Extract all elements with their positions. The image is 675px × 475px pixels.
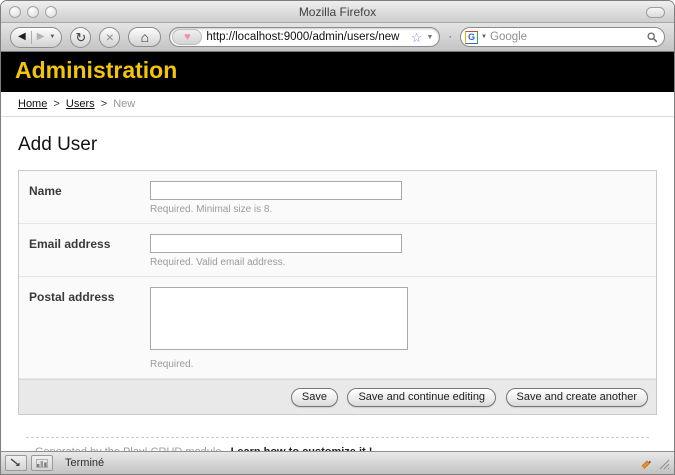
forward-button[interactable]: ▶ xyxy=(37,32,45,42)
status-bar: Terminé xyxy=(1,451,674,474)
save-and-create-another-button[interactable]: Save and create another xyxy=(506,388,648,407)
window-title: Mozilla Firefox xyxy=(1,5,674,19)
browser-viewport: Administration Home > Users > New Add Us… xyxy=(1,51,674,451)
chevron-down-icon: ▼ xyxy=(481,34,487,40)
addon-inspector-button[interactable] xyxy=(5,455,27,471)
back-button[interactable]: ◀ xyxy=(18,32,26,42)
firefox-window: Mozilla Firefox ◀ ▶ ▼ ↻ × ⌂ ♥ ☆ ▼ · G ▼ xyxy=(0,0,675,475)
close-window-button[interactable] xyxy=(9,6,21,18)
search-engine-icon[interactable]: G xyxy=(465,31,478,44)
reload-button[interactable]: ↻ xyxy=(70,27,91,48)
url-dropdown-button[interactable]: ▼ xyxy=(426,34,433,41)
breadcrumb-home-link[interactable]: Home xyxy=(18,98,47,110)
save-button[interactable]: Save xyxy=(291,388,338,407)
email-control: Required. Valid email address. xyxy=(150,234,402,268)
page-content: Add User Name Required. Minimal size is … xyxy=(1,134,674,451)
page-title: Add User xyxy=(18,134,657,156)
window-controls xyxy=(9,6,57,18)
name-control: Required. Minimal size is 8. xyxy=(150,181,402,215)
breadcrumb-current: New xyxy=(113,98,135,110)
chevron-down-icon: ▼ xyxy=(49,34,55,40)
postal-address-textarea[interactable] xyxy=(150,287,408,350)
browser-toolbar: ◀ ▶ ▼ ↻ × ⌂ ♥ ☆ ▼ · G ▼ xyxy=(1,23,674,51)
pencil-addon-icon[interactable] xyxy=(639,457,652,470)
form-field-name: Name Required. Minimal size is 8. xyxy=(19,171,656,224)
cursor-arrow-icon xyxy=(10,458,22,468)
search-input[interactable] xyxy=(490,31,644,43)
email-input[interactable] xyxy=(150,234,402,253)
mini-chart-icon xyxy=(36,459,48,468)
minimize-window-button[interactable] xyxy=(27,6,39,18)
postal-address-hint: Required. xyxy=(150,359,408,370)
search-engine-dropdown[interactable]: ▼ xyxy=(481,34,487,40)
name-input[interactable] xyxy=(150,181,402,200)
back-icon: ◀ xyxy=(18,31,26,42)
postal-address-control: Required. xyxy=(150,287,408,370)
reload-icon: ↻ xyxy=(75,31,86,44)
home-button[interactable]: ⌂ xyxy=(128,27,161,47)
toolbar-toggle-button[interactable] xyxy=(646,7,665,18)
breadcrumb-separator: > xyxy=(101,98,107,110)
breadcrumb: Home > Users > New xyxy=(1,92,674,117)
email-hint: Required. Valid email address. xyxy=(150,257,402,268)
chevron-down-icon: ▼ xyxy=(426,34,433,41)
name-hint: Required. Minimal size is 8. xyxy=(150,204,402,215)
postal-address-label: Postal address xyxy=(29,287,150,370)
addon-chart-button[interactable] xyxy=(31,455,53,471)
search-icon[interactable] xyxy=(647,32,658,43)
forward-icon: ▶ xyxy=(37,31,45,42)
admin-header: Administration xyxy=(1,52,674,92)
zoom-window-button[interactable] xyxy=(45,6,57,18)
history-dropdown-button[interactable]: ▼ xyxy=(49,34,55,40)
divider xyxy=(31,31,32,44)
crud-footer: Generated by the Play! CRUD module. Lear… xyxy=(26,437,649,451)
bookmark-star-icon[interactable]: ☆ xyxy=(411,31,423,44)
save-and-continue-button[interactable]: Save and continue editing xyxy=(347,388,496,407)
add-user-form: Name Required. Minimal size is 8. Email … xyxy=(18,170,657,415)
stop-button[interactable]: × xyxy=(99,27,120,48)
home-icon: ⌂ xyxy=(141,30,149,44)
back-forward-group: ◀ ▶ ▼ xyxy=(10,27,62,48)
breadcrumb-separator: > xyxy=(53,98,59,110)
url-input[interactable] xyxy=(206,31,406,43)
status-right-group xyxy=(639,456,670,470)
site-identity-button[interactable]: ♥ xyxy=(172,29,202,45)
name-label: Name xyxy=(29,181,150,215)
form-field-email: Email address Required. Valid email addr… xyxy=(19,224,656,277)
window-titlebar[interactable]: Mozilla Firefox xyxy=(1,1,674,23)
star-glyph: ☆ xyxy=(411,30,423,45)
status-text: Terminé xyxy=(65,457,104,469)
heart-icon: ♥ xyxy=(184,32,191,43)
form-buttons-bar: Save Save and continue editing Save and … xyxy=(19,379,656,414)
form-field-postal-address: Postal address Required. xyxy=(19,277,656,379)
resize-grip[interactable] xyxy=(656,456,670,470)
stop-icon: × xyxy=(106,30,114,44)
email-label: Email address xyxy=(29,234,150,268)
toolbar-separator-dot: · xyxy=(448,31,452,43)
admin-title: Administration xyxy=(15,57,674,84)
search-box[interactable]: G ▼ xyxy=(460,27,665,47)
breadcrumb-users-link[interactable]: Users xyxy=(66,98,95,110)
url-bar[interactable]: ♥ ☆ ▼ xyxy=(169,27,440,47)
